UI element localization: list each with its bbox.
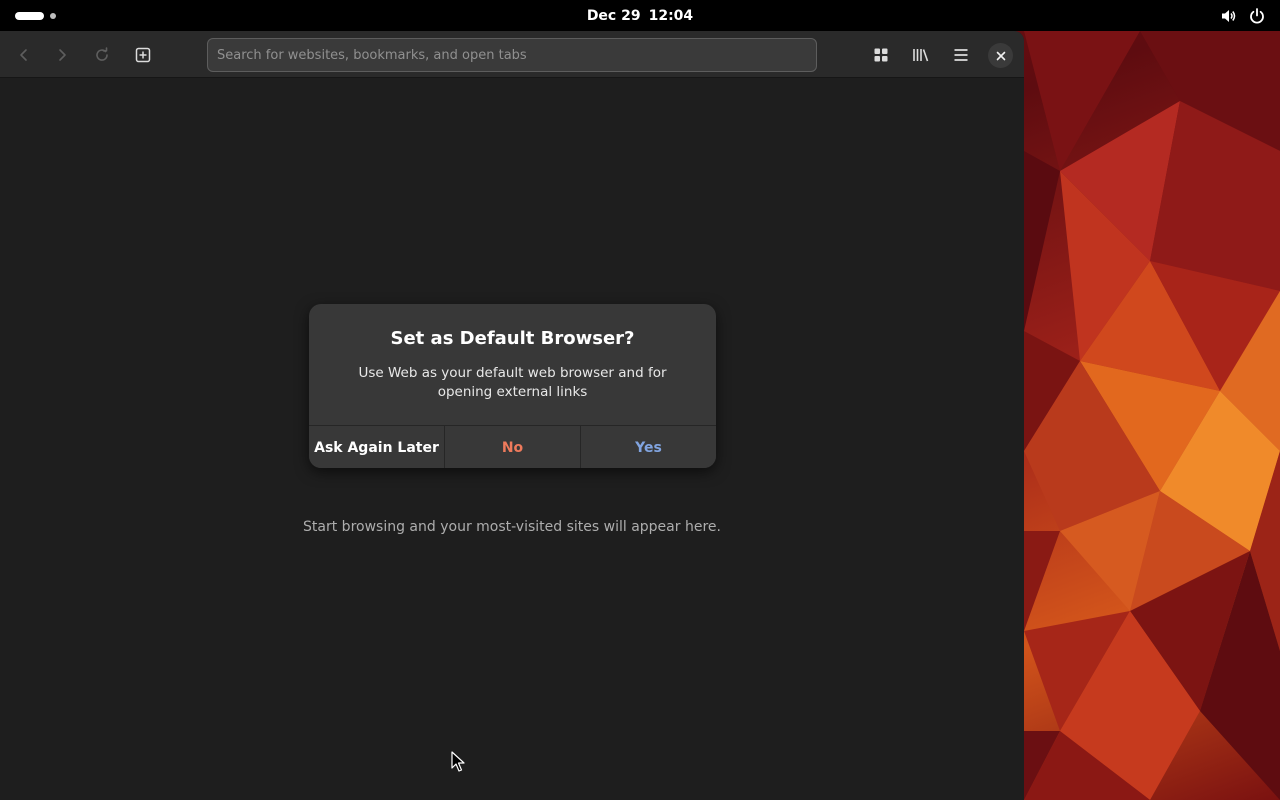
yes-button[interactable]: Yes (580, 426, 716, 468)
library-button[interactable] (904, 39, 938, 71)
power-icon[interactable] (1248, 7, 1266, 25)
clock-time[interactable]: 12:04 (649, 8, 694, 24)
close-icon (996, 51, 1005, 60)
workspace-active-indicator (15, 11, 44, 20)
reload-button[interactable] (85, 39, 119, 71)
clock: Dec 29 12:04 (0, 0, 1280, 31)
reload-icon (96, 47, 108, 61)
system-menu[interactable] (1220, 6, 1266, 26)
address-bar[interactable] (207, 38, 817, 72)
dialog-title: Set as Default Browser? (390, 328, 635, 349)
mouse-pointer-icon (451, 751, 465, 772)
ask-again-later-button[interactable]: Ask Again Later (309, 426, 444, 468)
forward-button[interactable] (45, 39, 79, 71)
top-bar: Dec 29 12:04 (0, 0, 1280, 31)
workspace-inactive-indicator (50, 12, 56, 19)
main-menu-button[interactable] (944, 39, 978, 71)
new-tab-icon (135, 47, 151, 63)
hamburger-menu-icon (954, 49, 968, 61)
close-window-button[interactable] (988, 43, 1013, 68)
header-bar (0, 31, 1024, 78)
activities-indicator[interactable] (15, 11, 56, 20)
forward-arrow-icon (59, 49, 66, 61)
default-browser-dialog: Set as Default Browser? Use Web as your … (309, 304, 716, 468)
back-button[interactable] (7, 39, 41, 71)
library-icon (913, 49, 929, 62)
back-arrow-icon (20, 49, 27, 61)
dialog-message: Use Web as your default web browser and … (358, 365, 667, 400)
dialog-actions: Ask Again Later No Yes (309, 425, 716, 468)
tabs-overview-icon (874, 48, 888, 62)
search-input[interactable] (217, 47, 807, 63)
tabs-overview-button[interactable] (864, 39, 898, 71)
clock-date[interactable]: Dec 29 (587, 8, 641, 24)
empty-state-message: Start browsing and your most-visited sit… (303, 519, 721, 535)
volume-icon[interactable] (1220, 7, 1238, 25)
new-tab-button[interactable] (126, 39, 160, 71)
no-button[interactable]: No (444, 426, 580, 468)
